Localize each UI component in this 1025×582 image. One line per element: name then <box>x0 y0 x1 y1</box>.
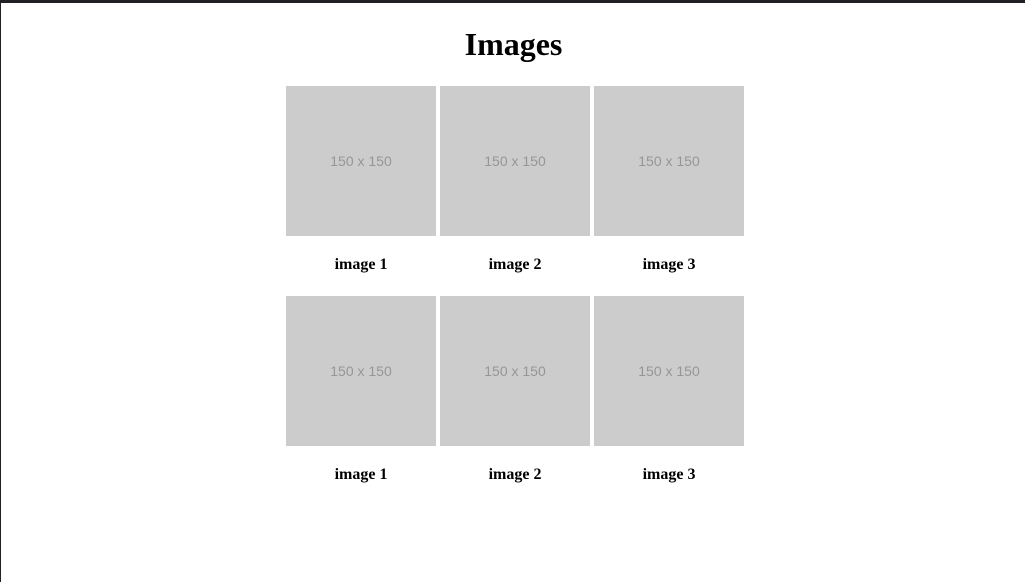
placeholder-image: 150 x 150 <box>440 86 590 236</box>
gallery-row: 150 x 150 image 1 150 x 150 image 2 150 … <box>286 296 746 484</box>
image-caption: image 1 <box>334 256 388 273</box>
image-gallery: 150 x 150 image 1 150 x 150 image 2 150 … <box>286 86 746 506</box>
placeholder-size-label: 150 x 150 <box>484 153 546 169</box>
placeholder-size-label: 150 x 150 <box>638 153 700 169</box>
placeholder-size-label: 150 x 150 <box>330 153 392 169</box>
page-title: Images <box>464 26 563 62</box>
image-caption: image 3 <box>642 466 696 483</box>
gallery-row: 150 x 150 image 1 150 x 150 image 2 150 … <box>286 86 746 274</box>
placeholder-image: 150 x 150 <box>440 296 590 446</box>
placeholder-image: 150 x 150 <box>286 296 436 446</box>
image-caption: image 2 <box>488 466 542 483</box>
gallery-item: 150 x 150 image 3 <box>594 86 744 274</box>
placeholder-image: 150 x 150 <box>286 86 436 236</box>
placeholder-size-label: 150 x 150 <box>638 363 700 379</box>
image-caption: image 1 <box>334 466 388 483</box>
image-caption: image 3 <box>642 256 696 273</box>
placeholder-size-label: 150 x 150 <box>484 363 546 379</box>
placeholder-image: 150 x 150 <box>594 296 744 446</box>
gallery-item: 150 x 150 image 3 <box>594 296 744 484</box>
gallery-item: 150 x 150 image 2 <box>440 296 590 484</box>
gallery-item: 150 x 150 image 1 <box>286 86 436 274</box>
gallery-item: 150 x 150 image 1 <box>286 296 436 484</box>
placeholder-size-label: 150 x 150 <box>330 363 392 379</box>
gallery-item: 150 x 150 image 2 <box>440 86 590 274</box>
placeholder-image: 150 x 150 <box>594 86 744 236</box>
image-caption: image 2 <box>488 256 542 273</box>
